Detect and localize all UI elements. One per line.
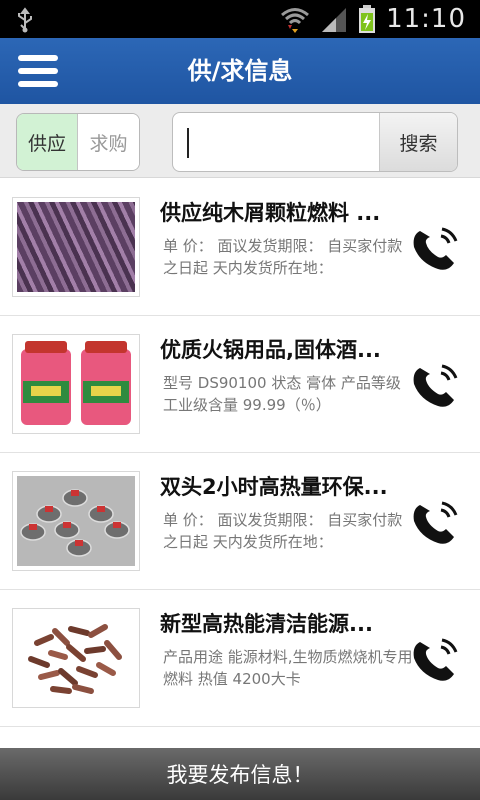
- list-item[interactable]: 新型高热能清洁能源... 产品用途 能源材料,生物质燃烧机专用燃料 热值 420…: [0, 590, 480, 727]
- tab-demand[interactable]: 求购: [78, 114, 139, 170]
- clock: 11:10: [386, 4, 466, 34]
- phone-icon[interactable]: [408, 223, 464, 273]
- phone-icon[interactable]: [408, 497, 464, 547]
- item-description: 单 价： 面议发货期限： 自买家付款之日起 天内发货所在地：: [163, 511, 403, 551]
- product-image: [12, 334, 140, 434]
- filter-bar: 供应 求购 搜索: [0, 104, 480, 178]
- title-bar: 供/求信息: [0, 38, 480, 104]
- product-list: 供应纯木屑颗粒燃料 ... 单 价： 面议发货期限： 自买家付款之日起 天内发货…: [0, 179, 480, 727]
- usb-icon: [18, 7, 32, 33]
- tab-supply[interactable]: 供应: [17, 114, 79, 170]
- status-bar: 11:10: [0, 0, 480, 38]
- phone-icon[interactable]: [408, 360, 464, 410]
- wifi-icon: [281, 8, 310, 33]
- product-image: [12, 471, 140, 571]
- search-button[interactable]: 搜索: [379, 113, 457, 171]
- item-title: 双头2小时高热量环保...: [160, 475, 388, 499]
- battery-charging-icon: [359, 5, 376, 33]
- phone-icon[interactable]: [408, 634, 464, 684]
- list-item[interactable]: 双头2小时高热量环保... 单 价： 面议发货期限： 自买家付款之日起 天内发货…: [0, 453, 480, 590]
- supply-demand-toggle: 供应 求购: [16, 113, 140, 171]
- item-description: 型号 DS90100 状态 膏体 产品等级 工业级含量 99.99（％）: [163, 374, 401, 414]
- item-description: 单 价： 面议发货期限： 自买家付款之日起 天内发货所在地：: [163, 237, 403, 277]
- signal-icon: [322, 8, 347, 32]
- page-title: 供/求信息: [187, 57, 293, 85]
- search-input[interactable]: [183, 121, 379, 163]
- product-image: [12, 197, 140, 297]
- list-item[interactable]: 供应纯木屑颗粒燃料 ... 单 价： 面议发货期限： 自买家付款之日起 天内发货…: [0, 179, 480, 316]
- list-item[interactable]: 优质火锅用品,固体酒... 型号 DS90100 状态 膏体 产品等级 工业级含…: [0, 316, 480, 453]
- product-image: [12, 608, 140, 708]
- publish-button[interactable]: 我要发布信息！: [0, 748, 480, 800]
- item-title: 供应纯木屑颗粒燃料 ...: [160, 201, 381, 225]
- item-title: 优质火锅用品,固体酒...: [160, 338, 381, 362]
- search-box: 搜索: [172, 112, 458, 172]
- item-description: 产品用途 能源材料,生物质燃烧机专用燃料 热值 4200大卡: [163, 648, 413, 688]
- item-title: 新型高热能清洁能源...: [160, 612, 373, 636]
